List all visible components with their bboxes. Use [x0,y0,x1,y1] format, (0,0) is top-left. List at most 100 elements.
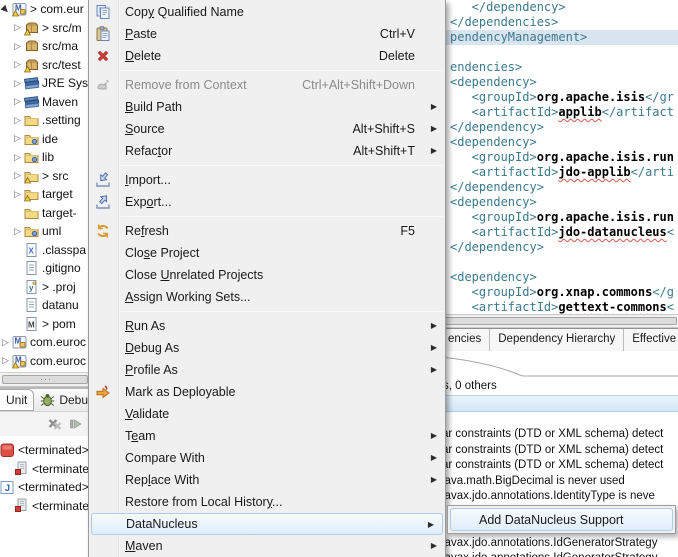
pom-xml-editor[interactable]: </dependency></dependencies>pendencyMana… [440,0,678,314]
tree-item[interactable]: ▷> src [0,167,92,186]
tree-expander-icon[interactable]: ▷ [12,22,23,33]
tree-expander-icon[interactable]: ▷ [12,226,23,237]
menu-item-source[interactable]: SourceAlt+Shift+S▶ [89,118,445,140]
tree-item-label: target [40,187,73,201]
tree-expander-icon[interactable]: ▷ [12,96,23,107]
tree-item[interactable]: y> .proj [0,278,92,297]
tree-expander-icon[interactable]: ▷ [12,152,23,163]
menu-item-debug-as[interactable]: Debug As▶ [89,337,445,359]
menu-item-copy-qualified-name[interactable]: Copy Qualified Name [89,1,445,23]
menu-item-maven[interactable]: Maven▶ [89,535,445,557]
tree-expander-icon[interactable]: ▷ [12,41,23,52]
tree-item[interactable]: ▷Mcom.euroc [0,333,92,352]
tree-item[interactable]: ▷JRE Sys [0,74,92,93]
menu-item-datanucleus[interactable]: DataNucleus▶ [91,513,443,535]
tree-expander-icon[interactable]: ▷ [12,189,23,200]
pom-tab-encies[interactable]: encies [440,329,490,351]
tree-expander-icon[interactable]: ▷ [12,170,23,181]
remove-terminated-icon[interactable] [46,416,63,432]
pom-tab-dependency-hierarchy[interactable]: Dependency Hierarchy [490,329,624,351]
menu-item-close-project[interactable]: Close Project [89,242,445,264]
menu-item-profile-as[interactable]: Profile As▶ [89,359,445,381]
tree-expander-icon[interactable]: ▷ [12,59,23,70]
tree-item[interactable]: target- [0,204,92,223]
code-tag: </gr [645,90,674,104]
tree-item[interactable]: ▷ide [0,130,92,149]
package-warning-icon [23,57,40,73]
menu-item-assign-working-sets[interactable]: Assign Working Sets... [89,286,445,308]
menu-item-close-unrelated-projects[interactable]: Close Unrelated Projects [89,264,445,286]
folder-icon [23,112,40,128]
tree-expander-icon[interactable]: ▷ [0,337,11,348]
problem-row[interactable]: javax.jdo.annotations.IdGeneratorStrateg… [440,536,678,552]
tree-item[interactable]: ▷> src/m [0,19,92,38]
debug-launch-item[interactable]: <terminated> [0,441,92,460]
problem-row[interactable]: javax.jdo.annotations.IdentityType is ne… [440,489,678,505]
library-icon [23,94,40,110]
tree-item[interactable]: ▷Maven [0,93,92,112]
project-context-menu: Copy Qualified NamePasteCtrl+VDeleteDele… [88,0,446,557]
editor-horizontal-scrollbar[interactable] [440,314,678,328]
code-tag: <artifactId> [450,300,558,314]
menu-item-remove-from-context[interactable]: Remove from ContextCtrl+Alt+Shift+Down [89,74,445,96]
menu-item-compare-with[interactable]: Compare With▶ [89,447,445,469]
menu-item-import[interactable]: Import... [89,169,445,191]
resume-icon[interactable] [67,416,84,432]
submenu-item-add-datanucleus-support[interactable]: Add DataNucleus Support [450,508,673,531]
tree-item[interactable]: ▷Mcom.euroc [0,352,92,371]
tree-item[interactable]: ▷ target [0,185,92,204]
view-tab-unit[interactable]: Unit [0,389,34,411]
tree-item[interactable]: X.classpa [0,241,92,260]
debug-view-tabs: UnitDebug [0,389,92,412]
editor-and-problems-pane: </dependency></dependencies>pendencyMana… [440,0,678,557]
menu-accelerator: Alt+Shift+S [352,122,415,136]
menu-item-run-as[interactable]: Run As▶ [89,315,445,337]
debug-launch-item[interactable]: <terminated> [0,460,92,479]
menu-item-refactor[interactable]: RefactorAlt+Shift+T▶ [89,140,445,162]
package-explorer-horizontal-scrollbar[interactable] [0,372,92,387]
scrollbar-thumb[interactable] [2,375,88,384]
debug-launch-label: <terminated> [18,480,89,494]
menu-item-validate[interactable]: Validate [89,403,445,425]
tree-item[interactable]: M> pom [0,315,92,334]
pom-editor-bottom-tabs: enciesDependency HierarchyEffective P [440,328,678,351]
tree-expander-icon[interactable]: ▷ [12,78,23,89]
menu-item-replace-with[interactable]: Replace With▶ [89,469,445,491]
code-val: org.apache.isis [537,90,645,104]
menu-item-label: Assign Working Sets... [125,290,251,304]
xml-file-icon: X [23,242,40,258]
problem-row[interactable]: javax.jdo.annotations.IdGeneratorStrateg… [440,551,678,557]
menu-item-delete[interactable]: DeleteDelete [89,45,445,67]
editor-line [440,255,678,270]
problems-table-header[interactable] [440,395,678,412]
tree-expander-icon[interactable]: ▷ [12,115,23,126]
debug-launch-item[interactable]: J<terminated> [0,478,92,497]
tree-item[interactable]: .gitigno [0,259,92,278]
tree-expander-icon[interactable]: ▷ [0,355,11,366]
menu-separator [121,311,443,312]
problem-row[interactable]: java.math.BigDecimal is never used [440,474,678,490]
tree-item[interactable]: ▷uml [0,222,92,241]
scrollbar-thumb[interactable] [441,317,677,325]
menu-item-team[interactable]: Team▶ [89,425,445,447]
menu-item-refresh[interactable]: RefreshF5 [89,220,445,242]
menu-item-restore-from-local-history[interactable]: Restore from Local History... [89,491,445,513]
tree-item[interactable]: ▷lib [0,148,92,167]
tree-item[interactable]: ▷src/ma [0,37,92,56]
menu-item-paste[interactable]: PasteCtrl+V [89,23,445,45]
menu-item-build-path[interactable]: Build Path▶ [89,96,445,118]
problem-row[interactable]: ar constraints (DTD or XML schema) detec… [440,458,678,474]
tree-item[interactable]: datanu [0,296,92,315]
menu-item-export[interactable]: Export... [89,191,445,213]
problem-row[interactable]: ar constraints (DTD or XML schema) detec… [440,443,678,459]
debug-launch-item[interactable]: <terminated> [0,497,92,516]
menu-item-mark-as-deployable[interactable]: Mark as Deployable [89,381,445,403]
tree-item[interactable]: ▶M> com.eur [0,0,92,19]
folder-warning-icon [23,168,40,184]
problems-view-tab-shoulder [440,351,678,378]
tree-item[interactable]: ▷src/test [0,56,92,75]
pom-tab-effective-p[interactable]: Effective P [624,329,678,351]
tree-item[interactable]: ▷.setting [0,111,92,130]
tree-expander-icon[interactable]: ▷ [12,133,23,144]
problem-row[interactable]: ar constraints (DTD or XML schema) detec… [440,427,678,443]
